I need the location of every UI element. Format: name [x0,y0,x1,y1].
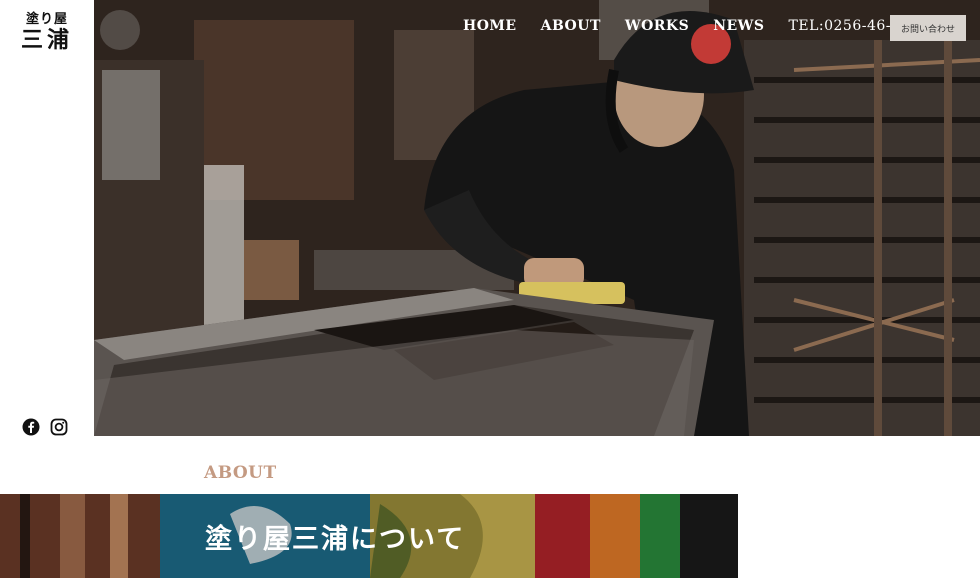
about-heading: ABOUT [204,463,277,483]
nav-works[interactable]: WORKS [625,18,689,34]
hero-image [94,0,980,436]
site-logo[interactable]: 塗り屋 三浦 [18,12,76,52]
instagram-icon[interactable] [50,418,68,436]
sidebar: 塗り屋 三浦 [0,0,94,436]
nav-home[interactable]: HOME [463,18,517,34]
nav-news[interactable]: NEWS [713,18,764,34]
nav-about[interactable]: ABOUT [541,18,601,34]
facebook-icon[interactable] [22,418,40,436]
social-links [22,418,68,436]
contact-button[interactable]: お問い合わせ [890,15,966,41]
main-nav: HOME ABOUT WORKS NEWS TEL:0256-46-8734 [463,18,929,34]
logo-sub: 塗り屋 [25,12,68,27]
about-title: 塗り屋三浦について [205,524,466,555]
logo-main: 三浦 [20,27,73,53]
